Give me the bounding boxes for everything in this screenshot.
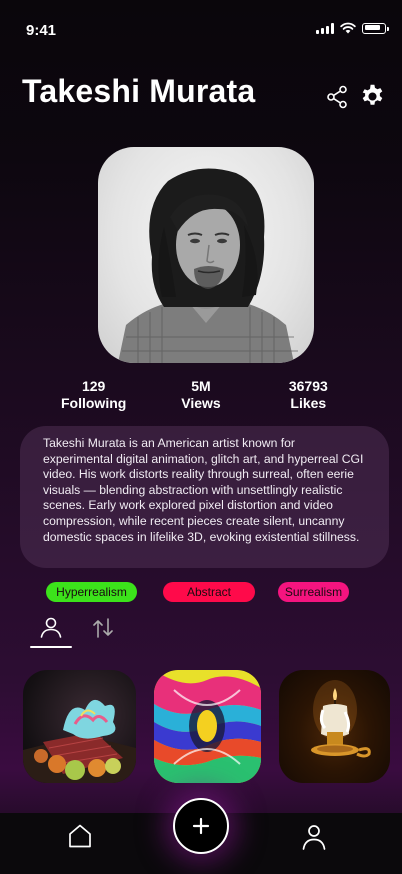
post-thumbnail[interactable] [23,670,136,783]
stat-following[interactable]: 129 Following [40,378,147,412]
post-image [154,670,261,783]
profile-name: Takeshi Murata [22,73,256,109]
post-thumbnail[interactable] [154,670,261,783]
post-image [23,699,136,783]
tab-posts[interactable] [30,612,72,648]
post-image [311,680,371,758]
stat-likes: 36793 Likes [255,378,362,412]
stat-label: Views [181,395,221,411]
tag-surrealism[interactable]: Surrealism [278,582,349,602]
status-bar: 9:41 [0,0,402,60]
status-time: 9:41 [26,22,57,39]
post-thumbnail[interactable] [279,670,390,783]
stat-value: 36793 [288,378,328,394]
profile-icon[interactable] [301,823,327,851]
wifi-icon [340,22,356,34]
stat-value: 129 [81,378,106,394]
profile-stats: 129 Following 5M Views 36793 Likes [40,378,362,412]
status-icons [316,22,389,34]
active-tab-indicator [30,646,72,648]
add-button[interactable] [173,798,229,854]
stat-value: 5M [191,378,211,394]
user-icon [40,617,62,638]
repost-icon[interactable] [91,616,115,640]
stat-views: 5M Views [147,378,254,412]
settings-icon[interactable] [359,83,386,110]
profile-avatar [98,147,314,363]
home-icon[interactable] [67,823,93,849]
portrait-image [118,168,298,363]
profile-bio: Takeshi Murata is an American artist kno… [20,426,389,568]
cellular-signal-icon [316,22,334,34]
add-icon [192,817,210,835]
stat-label: Following [61,395,127,411]
share-icon[interactable] [326,85,348,109]
tag-hyperrealism[interactable]: Hyperrealism [46,582,137,602]
stat-label: Likes [290,395,327,411]
tag-abstract[interactable]: Abstract [163,582,255,602]
battery-icon [362,22,389,34]
